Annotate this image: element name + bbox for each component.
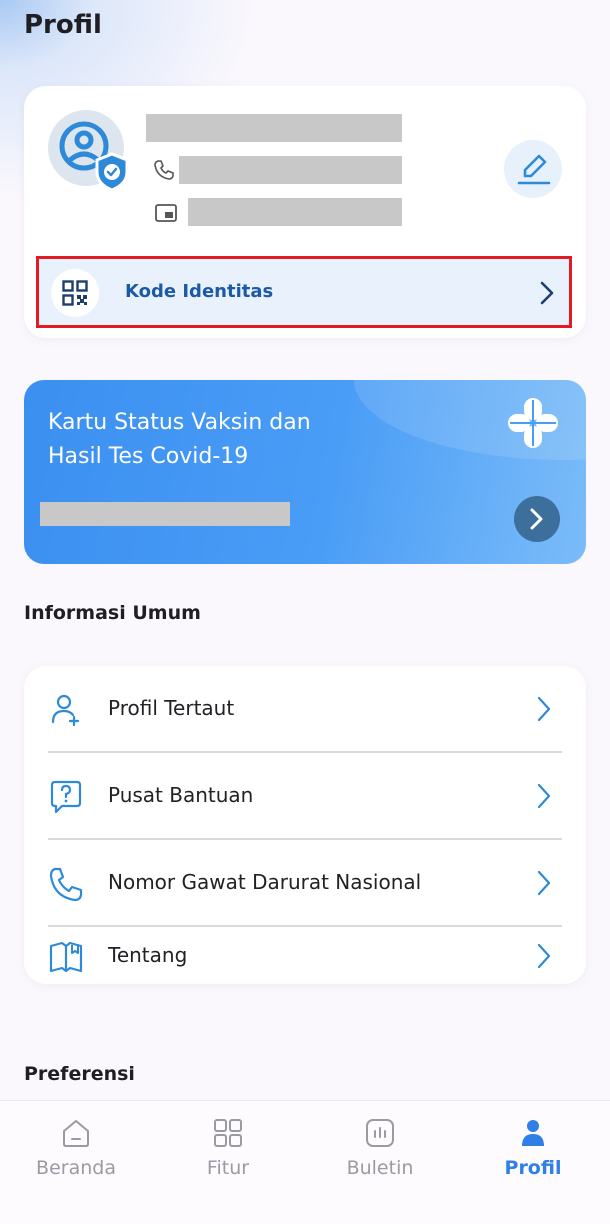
list-item-label: Pusat Bantuan <box>108 783 254 807</box>
profile-card: Kode Identitas <box>24 86 586 338</box>
qr-circle <box>51 269 99 317</box>
nav-beranda[interactable]: Beranda <box>0 1117 152 1197</box>
nav-buletin[interactable]: Buletin <box>304 1117 456 1197</box>
nav-label: Profil <box>504 1157 562 1179</box>
nav-fitur[interactable]: Fitur <box>152 1117 304 1197</box>
book-icon <box>49 941 83 973</box>
bottom-navigation: Beranda Fitur Buletin Profil <box>0 1100 610 1224</box>
redacted-id <box>188 198 402 226</box>
chevron-right-icon <box>537 696 551 722</box>
chevron-right-icon <box>537 870 551 896</box>
list-item-profil-tertaut[interactable]: Profil Tertaut <box>24 666 586 753</box>
phone-small-icon <box>154 160 174 180</box>
list-item-label: Nomor Gawat Darurat Nasional <box>108 870 422 894</box>
edit-profile-button[interactable] <box>504 140 562 198</box>
kode-identitas-row[interactable]: Kode Identitas <box>36 256 572 328</box>
nav-label: Beranda <box>36 1157 116 1179</box>
list-item-label: Tentang <box>108 943 188 967</box>
id-card-small-icon <box>155 204 177 222</box>
phone-icon <box>49 867 83 902</box>
help-icon <box>50 780 82 814</box>
linked-profile-icon <box>51 694 80 727</box>
qr-code-icon <box>62 280 88 306</box>
vaksin-open-button[interactable] <box>514 496 560 542</box>
nav-profil[interactable]: Profil <box>457 1117 609 1197</box>
list-item-pusat-bantuan[interactable]: Pusat Bantuan <box>24 753 586 840</box>
nav-label: Fitur <box>206 1157 250 1179</box>
nav-label: Buletin <box>346 1157 414 1179</box>
page-title: Profil <box>24 10 102 40</box>
pencil-icon <box>517 154 551 185</box>
redacted-phone <box>179 156 402 184</box>
chevron-right-icon <box>530 508 543 530</box>
home-icon <box>63 1120 89 1147</box>
redacted-name <box>146 114 402 142</box>
vaksin-status-card[interactable]: Kartu Status Vaksin dan Hasil Tes Covid-… <box>24 380 586 564</box>
info-list-card: Profil Tertaut Pusat Bantuan Nomor Gawat… <box>24 666 586 984</box>
chevron-right-icon <box>537 943 551 969</box>
pedulilindungi-logo-icon <box>508 398 558 448</box>
section-title-informasi-umum: Informasi Umum <box>24 602 201 624</box>
chevron-right-icon <box>537 783 551 809</box>
grid-icon <box>214 1119 242 1147</box>
section-title-preferensi: Preferensi <box>24 1063 135 1085</box>
verified-shield-icon <box>95 152 129 192</box>
person-icon <box>522 1120 544 1146</box>
kode-identitas-label: Kode Identitas <box>125 281 274 302</box>
list-item-label: Profil Tertaut <box>108 696 235 720</box>
vaksin-card-title: Kartu Status Vaksin dan Hasil Tes Covid-… <box>48 410 311 469</box>
list-item-tentang[interactable]: Tentang <box>24 927 586 984</box>
redacted-vaksin-info <box>40 502 290 526</box>
list-item-nomor-gawat-darurat[interactable]: Nomor Gawat Darurat Nasional <box>24 840 586 927</box>
news-icon <box>366 1119 394 1147</box>
chevron-right-icon <box>540 281 554 305</box>
